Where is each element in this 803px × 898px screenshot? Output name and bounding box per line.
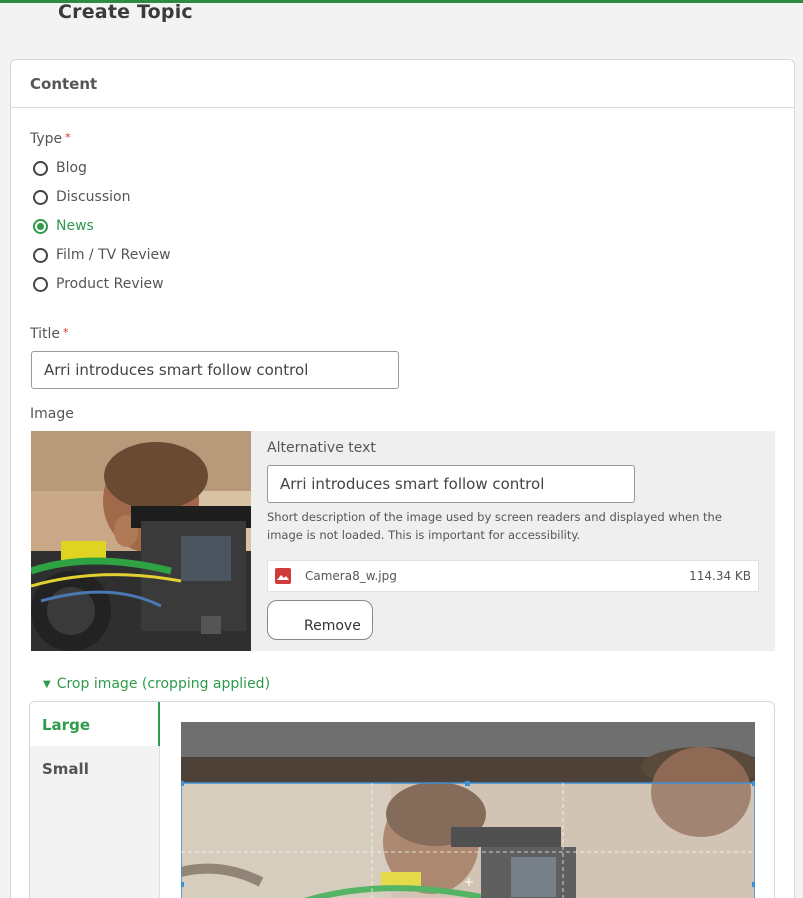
crop-panel: Large Small <box>29 701 775 898</box>
image-panel: Alternative text Short description of th… <box>31 431 775 651</box>
file-row: Camera8_w.jpg 114.34 KB <box>267 560 759 592</box>
alt-text-input[interactable] <box>267 465 635 503</box>
type-option-label: Product Review <box>56 276 164 292</box>
triangle-down-icon: ▼ <box>43 678 51 690</box>
type-option-product-review[interactable]: Product Review <box>33 276 164 292</box>
type-option-news[interactable]: News <box>33 218 94 234</box>
type-option-label: Discussion <box>56 189 131 205</box>
type-option-label: Film / TV Review <box>56 247 171 263</box>
type-option-film-tv-review[interactable]: Film / TV Review <box>33 247 171 263</box>
title-label: Title * <box>30 326 69 342</box>
crop-tab-small[interactable]: Small <box>30 746 160 790</box>
title-input[interactable] <box>31 351 399 389</box>
radio-product-review[interactable] <box>33 276 48 292</box>
crop-toggle-label: Crop image (cropping applied) <box>56 676 271 692</box>
type-label-text: Type <box>30 131 63 147</box>
file-name[interactable]: Camera8_w.jpg <box>305 569 689 583</box>
crop-image-stage[interactable] <box>181 722 755 898</box>
type-label: Type * <box>30 131 71 147</box>
page-title: Create Topic <box>58 1 193 23</box>
crop-tabs: Large Small <box>30 702 160 898</box>
card-header: Content <box>11 60 794 108</box>
crop-preview-image <box>181 722 755 898</box>
crop-image-toggle[interactable]: ▼ Crop image (cropping applied) <box>43 676 270 692</box>
title-label-text: Title <box>30 326 61 342</box>
camera-operator-thumbnail <box>31 431 251 651</box>
alt-text-help: Short description of the image used by s… <box>267 510 722 542</box>
radio-discussion[interactable] <box>33 189 48 205</box>
image-thumbnail <box>31 431 251 651</box>
type-option-blog[interactable]: Blog <box>33 160 87 176</box>
type-option-label: News <box>56 218 94 234</box>
type-option-label: Blog <box>56 160 87 176</box>
remove-button[interactable]: Remove <box>267 600 373 640</box>
radio-news[interactable] <box>33 218 48 234</box>
file-size: 114.34 KB <box>689 569 751 583</box>
image-file-icon <box>275 568 291 584</box>
alt-text-label: Alternative text <box>267 440 376 456</box>
image-label: Image <box>30 406 74 422</box>
radio-film-tv-review[interactable] <box>33 247 48 263</box>
type-option-discussion[interactable]: Discussion <box>33 189 130 205</box>
content-card: Content Type * Blog Discussion News Film … <box>10 59 795 898</box>
crop-tab-large[interactable]: Large <box>30 702 160 746</box>
radio-blog[interactable] <box>33 160 48 176</box>
required-mark: * <box>63 326 69 339</box>
required-mark: * <box>65 131 71 144</box>
